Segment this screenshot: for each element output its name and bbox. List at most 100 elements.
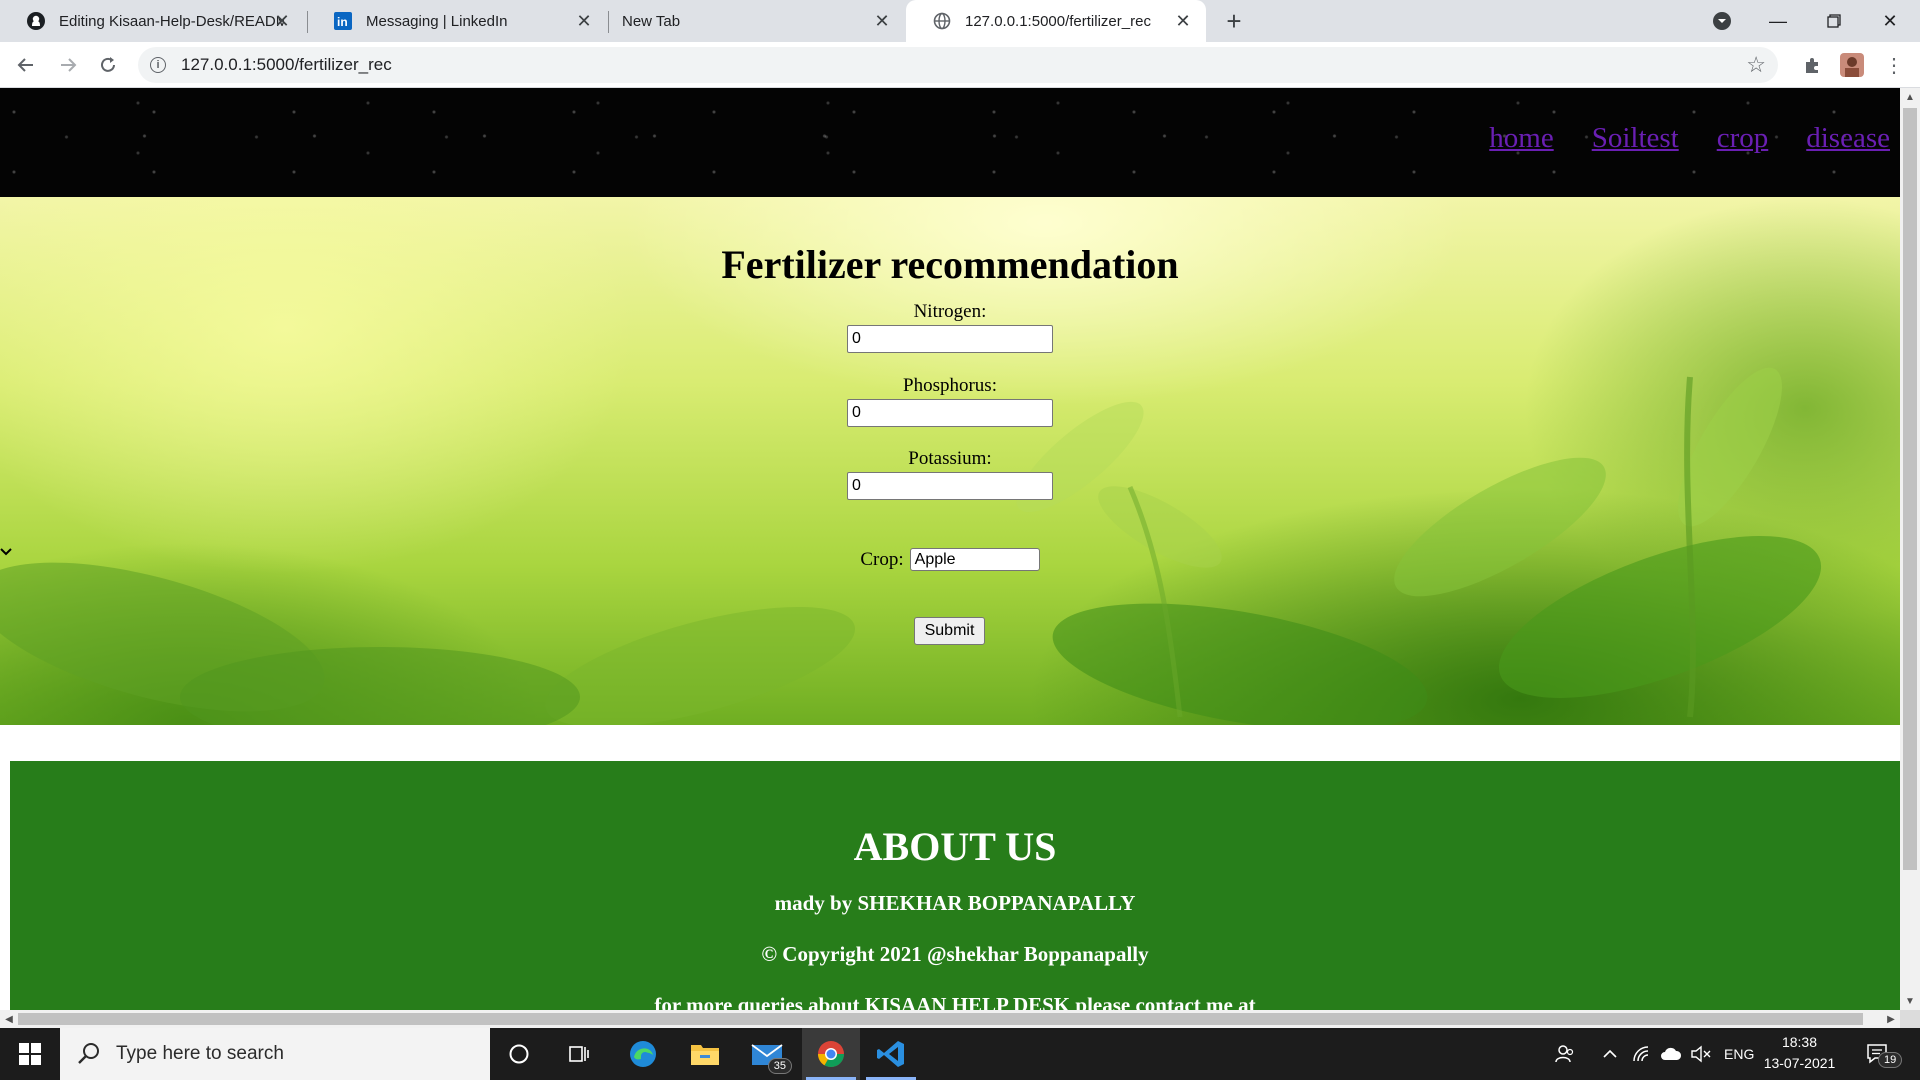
vertical-scroll-thumb[interactable] [1903,108,1917,870]
reload-button[interactable] [92,49,124,81]
tab-new-tab[interactable]: New Tab ✕ [608,0,905,42]
linkedin-icon: in [333,11,353,31]
taskbar-search-box[interactable]: Type here to search [60,1028,490,1080]
scroll-up-arrow-icon[interactable]: ▲ [1900,88,1920,106]
taskbar-edge[interactable] [614,1028,672,1080]
scroll-left-arrow-icon[interactable]: ◀ [0,1010,18,1028]
cortana-icon [509,1044,529,1064]
vertical-scrollbar[interactable]: ▲ ▼ [1900,88,1920,1010]
windows-taskbar: Type here to search 35 ENG 18:38 13-07-2… [0,1028,1920,1080]
copyright-text: © Copyright 2021 @shekhar Boppanapally [761,942,1149,966]
task-view-button[interactable] [550,1028,608,1080]
close-icon[interactable]: ✕ [271,10,293,32]
browser-toolbar: i 127.0.0.1:5000/fertilizer_rec ☆ ⋮ [0,42,1920,88]
chevron-down-icon [0,548,12,556]
close-window-button[interactable]: ✕ [1862,0,1918,42]
submit-button[interactable]: Submit [914,617,985,645]
phosphorus-input[interactable] [847,399,1053,427]
search-icon [78,1043,99,1064]
wifi-icon[interactable] [1632,1028,1652,1080]
more-menu-icon[interactable]: ⋮ [1880,51,1908,79]
tab-search-button[interactable] [1694,0,1750,42]
forward-button[interactable] [52,49,84,81]
clock-date: 13-07-2021 [1763,1055,1836,1071]
crop-select[interactable]: Apple [0,548,1040,571]
back-button[interactable] [10,49,42,81]
nitrogen-label: Nitrogen: [913,301,987,322]
reload-icon [101,57,115,72]
crop-label: Crop: [860,548,904,570]
browser-tab-strip: Editing Kisaan-Help-Desk/READM ✕ in Mess… [0,0,1920,42]
github-icon [26,11,46,31]
notification-center-button[interactable]: 19 [1866,1028,1903,1080]
potassium-input[interactable] [847,472,1053,500]
close-icon[interactable]: ✕ [1172,10,1194,32]
chrome-icon [817,1041,845,1068]
potassium-label: Potassium: [908,448,992,469]
windows-logo-icon [19,1043,41,1065]
search-placeholder: Type here to search [116,1043,284,1064]
site-header: home Soiltest crop disease [0,88,1900,197]
scroll-down-arrow-icon[interactable]: ▼ [1900,992,1920,1010]
site-nav: home Soiltest crop disease [1459,122,1890,155]
new-tab-button[interactable]: + [1219,6,1249,36]
bookmark-star-icon[interactable]: ☆ [1746,52,1766,78]
people-icon[interactable] [1554,1028,1576,1080]
nav-link-soiltest[interactable]: Soiltest [1592,122,1679,155]
chevron-down-icon [1713,12,1731,30]
close-icon[interactable]: ✕ [573,10,595,32]
address-bar[interactable]: i 127.0.0.1:5000/fertilizer_rec ☆ [138,47,1778,83]
nav-link-crop[interactable]: crop [1717,122,1769,155]
hero-background: Fertilizer recommendation Nitrogen: Phos… [0,197,1900,725]
arrow-right-icon [61,58,77,72]
url-text: 127.0.0.1:5000/fertilizer_rec [181,55,392,74]
page-title: Fertilizer recommendation [721,242,1179,287]
tab-title: Messaging | LinkedIn [366,12,508,30]
close-icon[interactable]: ✕ [871,10,893,32]
tab-title: New Tab [622,12,681,30]
about-heading: ABOUT US [853,824,1057,869]
clock-time: 18:38 [1781,1034,1818,1050]
nav-link-home[interactable]: home [1459,122,1553,155]
scroll-right-arrow-icon[interactable]: ▶ [1882,1010,1900,1028]
folder-icon [691,1045,719,1065]
page-viewport: home Soiltest crop disease Fertilizer re… [0,88,1900,1010]
onedrive-cloud-icon[interactable] [1660,1028,1682,1080]
horizontal-scroll-thumb[interactable] [18,1013,1863,1025]
tab-fertilizer[interactable]: 127.0.0.1:5000/fertilizer_rec ✕ [906,0,1206,42]
made-by-text: mady by SHEKHAR BOPPANAPALLY [774,891,1136,915]
minimize-button[interactable]: — [1750,0,1806,42]
nav-link-disease[interactable]: disease [1806,122,1890,155]
contact-text: for more queries about KISAAN HELP DESK … [654,993,1256,1010]
notification-badge: 19 [1878,1052,1903,1068]
crop-row: Crop: Apple [0,548,1900,571]
vscode-icon [877,1041,904,1067]
phosphorus-label: Phosphorus: [903,375,997,396]
volume-muted-icon[interactable] [1690,1028,1712,1080]
cortana-button[interactable] [490,1028,548,1080]
horizontal-scrollbar[interactable]: ◀ ▶ [0,1010,1900,1028]
nitrogen-input[interactable] [847,325,1053,353]
start-button[interactable] [0,1028,60,1080]
tab-title: 127.0.0.1:5000/fertilizer_rec [965,12,1151,30]
svg-text:in: in [337,15,348,29]
show-hidden-icons-chevron-icon[interactable] [1602,1028,1618,1080]
arrow-left-icon [17,58,33,72]
crop-selected-value: Apple [914,550,956,568]
globe-icon [932,11,952,31]
tab-github[interactable]: Editing Kisaan-Help-Desk/READM ✕ [0,0,305,42]
site-info-icon[interactable]: i [150,57,166,73]
profile-avatar[interactable] [1838,51,1866,79]
scrollbar-corner [1900,1010,1920,1028]
about-section: ABOUT US mady by SHEKHAR BOPPANAPALLY © … [10,761,1900,1010]
maximize-button[interactable] [1806,0,1862,42]
taskbar-vscode[interactable] [862,1028,920,1080]
tab-linkedin[interactable]: in Messaging | LinkedIn ✕ [307,0,607,42]
taskbar-mail[interactable]: 35 [738,1028,796,1080]
taskbar-clock[interactable]: 18:38 13-07-2021 [1752,1032,1847,1074]
edge-icon [630,1041,656,1067]
extensions-icon[interactable] [1798,51,1826,79]
taskbar-chrome[interactable] [802,1028,860,1080]
taskbar-file-explorer[interactable] [676,1028,734,1080]
language-indicator[interactable]: ENG [1724,1028,1754,1080]
